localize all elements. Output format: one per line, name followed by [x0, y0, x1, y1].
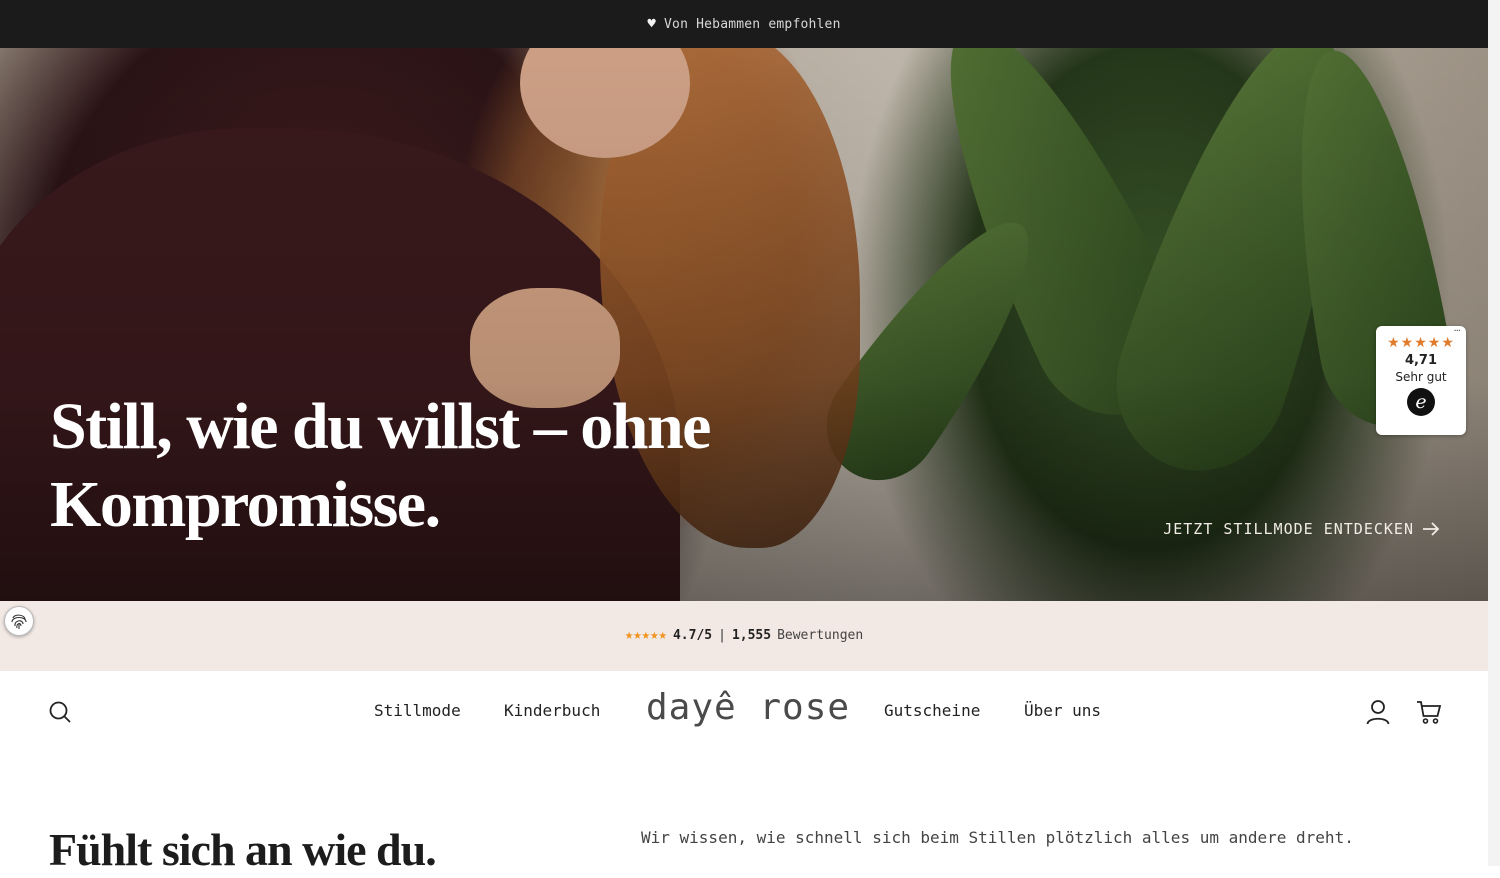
widget-menu-icon[interactable]: ··· — [1453, 326, 1460, 337]
hero-title: Still, wie du willst – ohne Kompromisse. — [50, 390, 711, 541]
account-icon[interactable] — [1366, 699, 1390, 725]
arrow-right-icon — [1423, 522, 1440, 536]
announcement-bar: ♥ Von Hebammen empfohlen — [0, 0, 1488, 48]
site-logo[interactable]: dayê rose — [646, 687, 850, 728]
nav-gutscheine[interactable]: Gutscheine — [884, 701, 980, 720]
rating-count: 1,555 — [731, 627, 772, 643]
nav-kinderbuch[interactable]: Kinderbuch — [504, 701, 600, 720]
trust-badge-widget[interactable]: ··· ★★★★★ 4,71 Sehr gut e — [1376, 326, 1466, 435]
rating-score: 4,71 — [1404, 353, 1438, 368]
cookie-settings-button[interactable] — [4, 606, 34, 636]
nav-ueber-uns[interactable]: Über uns — [1024, 701, 1101, 720]
announcement-text: Von Hebammen empfohlen — [664, 16, 841, 32]
page-scrollbar[interactable] — [1488, 0, 1500, 866]
hero-cta-label: JETZT STILLMODE ENTDECKEN — [1163, 520, 1414, 538]
section-text: Wir wissen, wie schnell sich beim Stille… — [641, 828, 1354, 847]
rating-separator: | — [718, 627, 726, 643]
section-title: Fühlt sich an wie du. — [49, 824, 437, 875]
rating-stars: ★★★★★ — [624, 627, 667, 643]
fingerprint-icon — [11, 614, 27, 629]
trusted-shops-logo: e — [1407, 388, 1435, 416]
hero-cta-link[interactable]: JETZT STILLMODE ENTDECKEN — [1163, 520, 1440, 538]
rating-label: Sehr gut — [1395, 370, 1447, 384]
hero-banner[interactable]: Still, wie du willst – ohne Kompromisse.… — [0, 48, 1488, 601]
rating-label: Bewertungen — [777, 627, 864, 643]
rating-score: 4.7/5 — [672, 627, 713, 643]
search-icon[interactable] — [48, 700, 72, 724]
ratings-bar: ★★★★★ 4.7/5 | 1,555 Bewertungen — [0, 601, 1488, 671]
heart-icon: ♥ — [647, 16, 657, 32]
nav-stillmode[interactable]: Stillmode — [374, 701, 461, 720]
cart-icon[interactable] — [1416, 699, 1442, 725]
site-header: Stillmode Kinderbuch dayê rose Gutschein… — [0, 671, 1488, 761]
rating-stars: ★★★★★ — [1387, 335, 1455, 351]
